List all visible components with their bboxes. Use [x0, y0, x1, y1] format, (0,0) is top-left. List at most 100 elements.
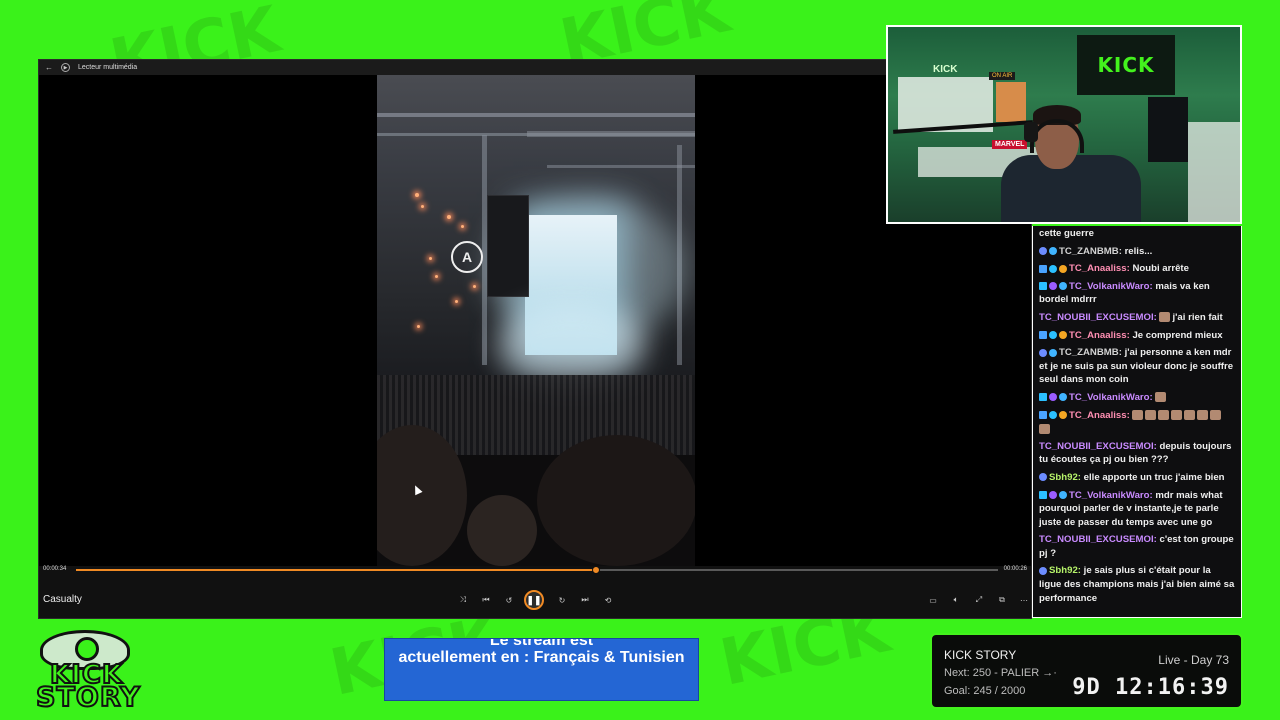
streamer [1001, 155, 1141, 222]
chat-message: TC_VolkanikWaro: mais va ken bordel mdrr… [1039, 280, 1235, 307]
badge-icon [1059, 264, 1067, 273]
chat-username[interactable]: TC_VolkanikWaro: [1069, 392, 1155, 403]
kick-sign: KICK [933, 64, 958, 75]
previous-icon[interactable]: ⏮ [480, 594, 492, 606]
badge-icon [1059, 490, 1067, 499]
stream-overlay: { "player": { "window_title": "Lecteur m… [0, 0, 1280, 720]
next-goal: Next: 250 - PALIER →· [944, 667, 1057, 679]
on-air-sign: ON AIR [989, 72, 1016, 80]
badge-icon [1049, 411, 1057, 419]
window-title: Lecteur multimédia [78, 64, 138, 71]
badge-icon [1039, 393, 1047, 402]
media-player-window: ← ▶ Lecteur multimédia A 00:00:34 00:00:… [38, 59, 1032, 619]
chat-username[interactable]: TC_Anaaliss: [1069, 330, 1132, 341]
pause-icon[interactable]: ❚❚ [524, 590, 544, 610]
rewind-10-icon[interactable]: ↺ [503, 594, 515, 606]
language-banner-text: actuellement en : Français & Tunisien [398, 649, 685, 666]
emote-icon [1210, 410, 1222, 420]
chat-message: TC_VolkanikWaro: [1039, 391, 1235, 405]
badge-icon [1039, 247, 1047, 256]
chat-message: TC_ZANBMB: j'ai personne a ken mdr et je… [1039, 346, 1235, 387]
kick-flag: KICK [1077, 35, 1175, 95]
badge-icon [1039, 331, 1047, 340]
badge-icon [1059, 331, 1067, 340]
badge-icon [1049, 393, 1057, 402]
goal-progress: Goal: 245 / 2000 [944, 685, 1026, 697]
seek-bar-handle[interactable] [592, 566, 600, 574]
language-banner: Le stream est actuellement en : Français… [384, 638, 699, 701]
user-badges [1039, 282, 1067, 291]
badge-icon [1049, 348, 1057, 357]
stream-title: KICK STORY [944, 648, 1017, 662]
volume-icon[interactable]: 🔈︎ [950, 594, 962, 606]
chat-message: TC_Anaaliss: Noubi arrête [1039, 262, 1235, 276]
microphone [1024, 122, 1038, 142]
user-badges [1039, 490, 1067, 499]
badge-icon [1039, 264, 1047, 273]
emote-icon [1197, 410, 1209, 420]
user-badges [1039, 264, 1067, 273]
badge-icon [1059, 282, 1067, 291]
badge-icon [1059, 411, 1067, 419]
badge-icon [1049, 247, 1057, 256]
user-badges [1039, 393, 1067, 402]
seek-bar-progress [76, 569, 596, 571]
user-badges [1039, 566, 1047, 575]
back-arrow-icon[interactable]: ← [45, 63, 53, 72]
chat-username[interactable]: TC_NOUBII_EXCUSEMOI: [1039, 312, 1159, 323]
user-badges [1039, 411, 1067, 419]
chat-message: TC_NOUBII_EXCUSEMOI: c'est ton groupe pj… [1039, 533, 1235, 560]
chat-text: relis... [1124, 245, 1153, 257]
miniplayer-icon[interactable]: ▭ [927, 594, 939, 606]
chat-message: Sbh92: je sais plus si c'était pour la l… [1039, 564, 1235, 605]
badge-icon [1049, 331, 1057, 340]
chat-username[interactable]: Sbh92: [1049, 472, 1084, 483]
chat-message: cette guerre [1039, 227, 1235, 241]
chat-message: TC_Anaaliss: Je comprend mieux [1039, 329, 1235, 343]
fullscreen-icon[interactable]: ⤢ [973, 594, 985, 606]
chat-username[interactable]: TC_ZANBMB: [1059, 347, 1125, 358]
chat-username[interactable]: TC_Anaaliss: [1069, 410, 1132, 421]
webcam-feed: KICK KICK ON AIR MARVEL [886, 25, 1242, 224]
badge-icon [1039, 566, 1047, 575]
chat-username[interactable]: Sbh92: [1049, 565, 1084, 576]
repeat-off-icon[interactable]: ⟲ [602, 594, 614, 606]
chat-text: j'ai rien fait [1172, 311, 1223, 323]
chat-message: TC_NOUBII_EXCUSEMOI: j'ai rien fait [1039, 311, 1235, 325]
chat-message: TC_NOUBII_EXCUSEMOI: depuis toujours tu … [1039, 440, 1235, 467]
badge-icon [1059, 393, 1067, 402]
track-title: Casualty [43, 594, 82, 605]
media-player-icon: ▶ [61, 63, 70, 72]
stream-timer: 9D 12:16:39 [1072, 675, 1229, 700]
cast-icon[interactable]: ⧉ [996, 594, 1008, 606]
video-area[interactable]: A [39, 75, 1031, 566]
badge-icon [1049, 282, 1057, 291]
video-frame[interactable]: A [377, 75, 695, 566]
shuffle-icon[interactable]: ⤨ [457, 594, 469, 606]
user-badges [1039, 247, 1057, 256]
chat-username[interactable]: TC_Anaaliss: [1069, 263, 1132, 274]
player-titlebar: ← ▶ Lecteur multimédia [39, 60, 1031, 75]
chat-username[interactable]: TC_NOUBII_EXCUSEMOI: [1039, 441, 1159, 452]
chat-username[interactable]: TC_ZANBMB: [1059, 246, 1125, 257]
chat-username[interactable]: TC_VolkanikWaro: [1069, 490, 1155, 501]
live-day-label: Live - Day 73 [1158, 653, 1229, 667]
chat-username[interactable]: TC_NOUBII_EXCUSEMOI: [1039, 534, 1159, 545]
more-options-icon[interactable]: ⋯ [1018, 594, 1030, 606]
emote-icon [1158, 410, 1170, 420]
chat-message: TC_ZANBMB: relis... [1039, 245, 1235, 259]
chat-username[interactable]: TC_VolkanikWaro: [1069, 281, 1155, 292]
forward-30-icon[interactable]: ↻ [556, 594, 568, 606]
seek-bar[interactable] [76, 566, 998, 574]
marvel-box: MARVEL [992, 140, 1028, 149]
badge-icon [1039, 490, 1047, 499]
emote-icon [1184, 410, 1196, 420]
badge-icon [1039, 411, 1047, 419]
emote-icon [1159, 312, 1171, 323]
chat-message: TC_Anaaliss: [1039, 409, 1235, 436]
next-icon[interactable]: ⏭ [579, 594, 591, 606]
stream-info-panel: KICK STORY Live - Day 73 Next: 250 - PAL… [930, 633, 1243, 709]
badge-icon [1049, 490, 1057, 499]
user-badges [1039, 331, 1067, 340]
badge-icon [1039, 282, 1047, 291]
